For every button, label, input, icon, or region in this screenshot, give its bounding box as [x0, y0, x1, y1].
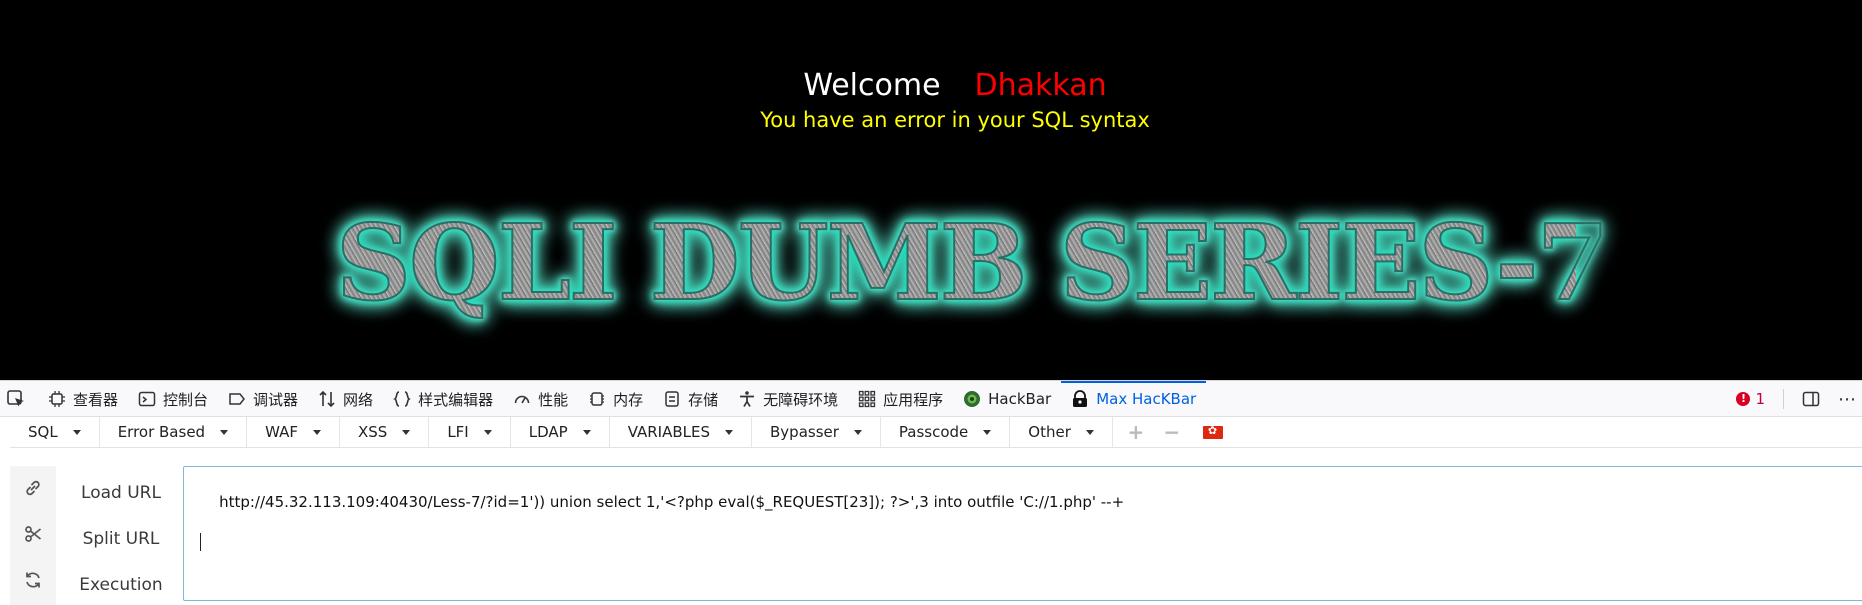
tab-application[interactable]: 应用程序	[848, 381, 953, 417]
error-icon: !	[1736, 392, 1751, 406]
menu-label: VARIABLES	[627, 423, 711, 441]
dock-side-icon[interactable]	[1802, 390, 1820, 408]
accessibility-icon	[740, 391, 755, 407]
max-hackbar-panel: SQL Error Based WAF XSS LFI LDAP VARIABL…	[0, 417, 1862, 605]
devtools-tab-list: 查看器 控制台 调试器 网络 样式编辑器 性能 内存 存储 无障碍环境 应用程序…	[38, 381, 1207, 417]
error-count: 1	[1755, 390, 1765, 408]
devtools-right-controls: ! 1 ⋯	[1736, 381, 1862, 417]
tab-label: 调试器	[253, 390, 299, 409]
caret-down-icon	[725, 429, 734, 435]
storage-icon	[665, 391, 679, 407]
split-url-button[interactable]: Split URL	[66, 529, 176, 549]
menu-label: Bypasser	[770, 423, 839, 441]
caret-down-icon	[483, 429, 492, 435]
welcome-label: Welcome	[803, 68, 941, 103]
menu-label: Error Based	[117, 423, 206, 441]
tab-label: 内存	[613, 390, 644, 409]
hackbar-action-icons	[10, 466, 56, 605]
inspector-icon	[49, 391, 65, 407]
menu-variables[interactable]: VARIABLES	[610, 417, 753, 447]
plus-icon[interactable]: +	[1123, 417, 1149, 447]
tab-label: 样式编辑器	[418, 390, 494, 409]
tab-label: 性能	[538, 390, 569, 409]
tab-memory[interactable]: 内存	[578, 381, 653, 417]
menu-bypasser[interactable]: Bypasser	[752, 417, 881, 447]
caret-down-icon	[853, 429, 862, 435]
menu-passcode[interactable]: Passcode	[881, 417, 1011, 447]
tab-accessibility[interactable]: 无障碍环境	[728, 381, 848, 417]
toolbar-divider	[1783, 389, 1784, 409]
menu-waf[interactable]: WAF	[247, 417, 340, 447]
tab-debugger[interactable]: 调试器	[218, 381, 308, 417]
banner-title: SQLI DUMB SERIES-7	[335, 201, 1610, 324]
tab-network[interactable]: 网络	[308, 381, 383, 417]
caret-down-icon	[1085, 429, 1094, 435]
caret-down-icon	[582, 429, 591, 435]
tab-inspector[interactable]: 查看器	[38, 381, 128, 417]
memory-icon	[590, 392, 605, 406]
hackbar-icon	[964, 391, 981, 407]
max-hackbar-icon	[1073, 390, 1088, 407]
tab-label: 无障碍环境	[763, 390, 839, 409]
url-value: http://45.32.113.109:40430/Less-7/?id=1'…	[219, 493, 1125, 511]
menu-xss[interactable]: XSS	[340, 417, 430, 447]
menu-label: Passcode	[898, 423, 969, 441]
hackbar-menu-bar: SQL Error Based WAF XSS LFI LDAP VARIABL…	[10, 417, 1862, 448]
menu-label: XSS	[357, 423, 388, 441]
link-icon[interactable]	[10, 466, 56, 510]
tab-console[interactable]: 控制台	[128, 381, 218, 417]
caret-down-icon	[983, 429, 992, 435]
tab-label: HackBar	[988, 390, 1052, 408]
menu-label: LFI	[447, 423, 469, 441]
debugger-icon	[229, 393, 245, 405]
tab-label: Max HacKBar	[1096, 390, 1197, 408]
tab-label: 网络	[343, 390, 374, 409]
caret-down-icon	[72, 429, 81, 435]
menu-label: WAF	[265, 423, 298, 441]
application-icon	[858, 390, 876, 408]
style-editor-icon	[393, 391, 411, 407]
username: Dhakkan	[974, 68, 1107, 103]
menu-error-based[interactable]: Error Based	[100, 417, 248, 447]
url-textarea[interactable]: http://45.32.113.109:40430/Less-7/?id=1'…	[183, 466, 1862, 601]
minus-icon[interactable]: −	[1159, 417, 1185, 447]
tab-style-editor[interactable]: 样式编辑器	[383, 381, 503, 417]
console-icon	[138, 391, 156, 407]
menu-sql[interactable]: SQL	[10, 417, 100, 447]
scissors-icon[interactable]	[10, 512, 56, 556]
menu-label: LDAP	[528, 423, 568, 441]
menu-ldap[interactable]: LDAP	[511, 417, 610, 447]
text-cursor	[200, 533, 201, 551]
hong-kong-flag-icon[interactable]	[1202, 424, 1223, 439]
tab-hackbar[interactable]: HackBar	[953, 381, 1061, 417]
menu-label: Other	[1028, 423, 1071, 441]
tab-label: 查看器	[73, 390, 119, 409]
more-options-icon[interactable]: ⋯	[1838, 389, 1856, 410]
tab-label: 存储	[688, 390, 719, 409]
tab-max-hackbar[interactable]: Max HacKBar	[1061, 381, 1207, 417]
welcome-line: Welcome Dhakkan	[0, 68, 1862, 103]
tab-label: 控制台	[163, 390, 209, 409]
network-icon	[319, 390, 335, 408]
tab-label: 应用程序	[883, 390, 944, 409]
caret-down-icon	[402, 429, 411, 435]
refresh-icon[interactable]	[10, 558, 56, 602]
element-picker-icon[interactable]	[6, 389, 26, 409]
caret-down-icon	[220, 429, 229, 435]
menu-label: SQL	[28, 423, 58, 441]
load-url-button[interactable]: Load URL	[66, 483, 176, 503]
tab-performance[interactable]: 性能	[503, 381, 578, 417]
caret-down-icon	[312, 429, 321, 435]
devtools-toolbar: 查看器 控制台 调试器 网络 样式编辑器 性能 内存 存储 无障碍环境 应用程序…	[0, 380, 1862, 417]
error-count-badge[interactable]: ! 1	[1736, 390, 1765, 408]
sql-error-message: You have an error in your SQL syntax	[760, 108, 1150, 132]
execution-button[interactable]: Execution	[66, 575, 176, 595]
page-viewport: Welcome Dhakkan You have an error in your…	[0, 0, 1862, 380]
tab-storage[interactable]: 存储	[653, 381, 728, 417]
menu-lfi[interactable]: LFI	[429, 417, 511, 447]
menu-other[interactable]: Other	[1010, 417, 1113, 447]
performance-icon	[514, 395, 530, 404]
